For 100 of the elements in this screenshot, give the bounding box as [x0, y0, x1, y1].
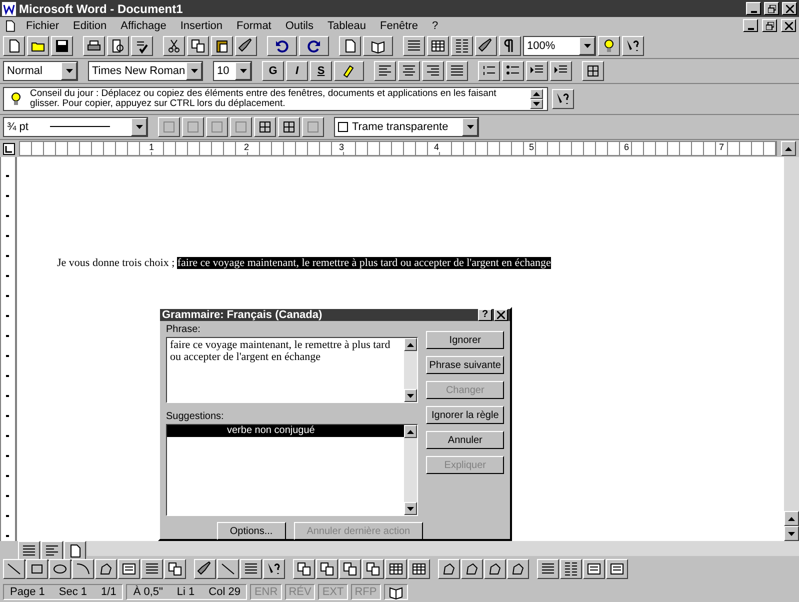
menu-item[interactable]: Fichier [21, 20, 64, 32]
toolbar-button[interactable] [422, 61, 444, 81]
toolbar-button[interactable] [606, 559, 628, 579]
suggestion-item[interactable]: verbe non conjugué [167, 425, 404, 437]
toolbar-button[interactable] [187, 36, 209, 56]
toolbar-button[interactable] [164, 559, 186, 579]
dialog-button[interactable]: Options... [216, 522, 286, 540]
toolbar-button[interactable] [263, 559, 285, 579]
scroll-up-button[interactable] [781, 141, 796, 156]
horizontal-scrollbar[interactable] [87, 541, 799, 556]
toolbar-button[interactable] [622, 36, 644, 56]
document-close-button[interactable] [781, 19, 796, 32]
toolbar-button[interactable] [461, 559, 483, 579]
toolbar-button[interactable] [158, 117, 180, 137]
menu-item[interactable]: Insertion [175, 20, 228, 32]
dialog-button[interactable]: Ignorer la règle [426, 406, 504, 424]
toolbar-button[interactable] [484, 559, 506, 579]
help-button[interactable]: ? [478, 309, 492, 321]
italic-button[interactable]: I [286, 61, 308, 81]
bold-button[interactable]: G [262, 61, 284, 81]
toolbar-button[interactable] [526, 61, 548, 81]
phrase-field[interactable]: faire ce voyage maintenant, le remettre à plus tard ou accepter de l'argent en échange [166, 337, 418, 403]
menu-item[interactable]: Format [232, 20, 276, 32]
toolbar-button[interactable] [278, 117, 300, 137]
toolbar-button[interactable] [163, 36, 185, 56]
toolbar-button[interactable] [582, 61, 604, 81]
toolbar-button[interactable] [451, 36, 473, 56]
toolbar-button[interactable] [83, 36, 105, 56]
size-dropdown[interactable]: 10 [213, 61, 252, 81]
menu-item[interactable]: ? [426, 20, 444, 32]
toolbar-button[interactable] [537, 559, 559, 579]
toolbar-button[interactable] [560, 559, 582, 579]
toolbar-button[interactable] [398, 61, 420, 81]
tab-stop-icon[interactable] [3, 142, 15, 154]
toolbar-button[interactable] [438, 559, 460, 579]
style-dropdown[interactable]: Normal [3, 61, 78, 81]
toolbar-button[interactable] [95, 559, 117, 579]
toolbar-button[interactable] [385, 559, 407, 579]
toolbar-button[interactable] [302, 117, 324, 137]
menu-item[interactable]: Edition [68, 20, 112, 32]
toolbar-button[interactable] [72, 559, 94, 579]
previous-page-button[interactable] [784, 511, 799, 526]
toolbar-button[interactable] [334, 61, 364, 81]
close-button[interactable] [494, 309, 508, 321]
toolbar-button[interactable] [211, 36, 233, 56]
font-dropdown[interactable]: Times New Roman [88, 61, 203, 81]
toolbar-button[interactable] [478, 61, 500, 81]
menu-item[interactable]: Fenêtre [375, 20, 423, 32]
toolbar-button[interactable] [235, 36, 257, 56]
dialog-button[interactable]: Ignorer [426, 331, 504, 349]
minimize-button[interactable] [746, 2, 761, 15]
toolbar-button[interactable] [299, 36, 329, 56]
toolbar-button[interactable] [374, 61, 396, 81]
toolbar-button[interactable] [475, 36, 497, 56]
toolbar-button[interactable] [27, 36, 49, 56]
document-minimize-button[interactable] [743, 19, 758, 32]
toolbar-button[interactable] [499, 36, 521, 56]
toolbar-button[interactable] [427, 36, 449, 56]
toolbar-button[interactable] [339, 36, 361, 56]
toolbar-button[interactable] [446, 61, 468, 81]
toolbar-button[interactable] [598, 36, 620, 56]
toolbar-button[interactable] [107, 36, 129, 56]
toolbar-button[interactable] [583, 559, 605, 579]
toolbar-button[interactable] [3, 559, 25, 579]
document-restore-button[interactable] [762, 19, 777, 32]
dialog-button[interactable]: Phrase suivante [426, 356, 504, 374]
toolbar-button[interactable] [552, 89, 574, 109]
scroll-up-button[interactable] [530, 89, 543, 99]
toolbar-button[interactable] [502, 61, 524, 81]
toolbar-button[interactable] [51, 36, 73, 56]
restore-button[interactable] [764, 2, 779, 15]
toolbar-button[interactable] [41, 541, 63, 561]
close-button[interactable] [782, 2, 797, 15]
toolbar-button[interactable] [18, 541, 40, 561]
toolbar-button[interactable] [267, 36, 297, 56]
toolbar-button[interactable] [118, 559, 140, 579]
toolbar-button[interactable] [131, 36, 153, 56]
toolbar-button[interactable] [362, 559, 384, 579]
shading-dropdown[interactable]: Trame transparente [334, 117, 479, 137]
zoom-dropdown[interactable]: 100% [523, 36, 596, 56]
toolbar-button[interactable] [3, 36, 25, 56]
menu-item[interactable]: Tableau [322, 20, 372, 32]
toolbar-button[interactable] [240, 559, 262, 579]
dialog-button[interactable]: Annuler [426, 431, 504, 449]
toolbar-button[interactable] [550, 61, 572, 81]
toolbar-button[interactable] [49, 559, 71, 579]
toolbar-button[interactable] [194, 559, 216, 579]
underline-button[interactable]: S [310, 61, 332, 81]
toolbar-button[interactable] [217, 559, 239, 579]
line-weight-dropdown[interactable]: ¾ pt [3, 117, 148, 137]
toolbar-button[interactable] [339, 559, 361, 579]
scroll-down-button[interactable] [530, 99, 543, 109]
toolbar-button[interactable] [293, 559, 315, 579]
menu-item[interactable]: Affichage [116, 20, 172, 32]
toolbar-button[interactable] [403, 36, 425, 56]
toolbar-button[interactable] [408, 559, 430, 579]
toolbar-button[interactable] [64, 541, 86, 561]
toolbar-button[interactable] [206, 117, 228, 137]
toolbar-button[interactable] [182, 117, 204, 137]
toolbar-button[interactable] [26, 559, 48, 579]
